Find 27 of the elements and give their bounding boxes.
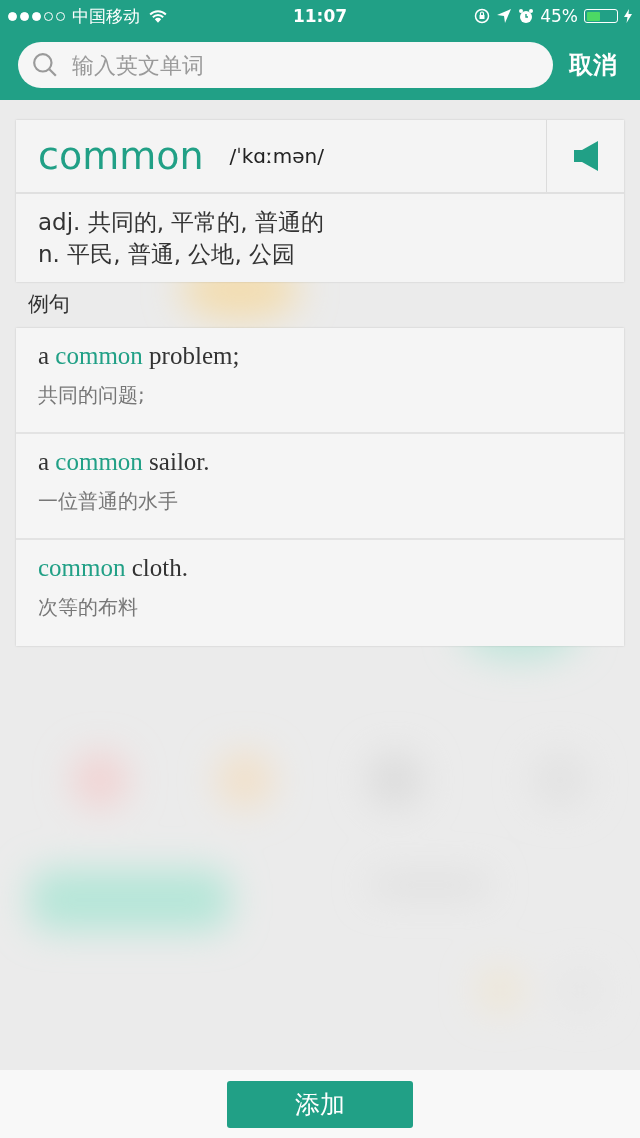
search-icon [32,52,58,78]
example-sentence: common cloth. [38,554,189,582]
phonetic: /ˈkɑːmən/ [229,144,324,168]
speaker-button[interactable] [546,120,624,192]
alarm-clock-icon [518,8,535,24]
example-item[interactable]: a common sailor. 一位普通的水手 [16,434,624,540]
wifi-icon [149,9,167,23]
section-heading: 例句 [27,291,71,318]
battery-icon [584,9,618,23]
location-arrow-icon [496,8,513,24]
speaker-icon [573,141,598,171]
clock-time: 11:07 [292,6,348,26]
definition-line: n. 平民, 普通, 公地, 公园 [38,240,297,269]
headword: common [38,134,204,178]
example-sentence: a common problem; [38,342,241,370]
definition-line: adj. 共同的, 平常的, 普通的 [38,208,325,237]
rotation-lock-icon [474,8,491,24]
example-item[interactable]: a common problem; 共同的问题; [16,328,624,434]
carrier-name: 中国移动 [72,4,140,28]
charging-bolt-icon [624,9,632,23]
battery-percent: 45% [540,6,578,26]
example-translation: 次等的布料 [38,594,139,621]
example-translation: 共同的问题; [38,382,146,409]
search-field[interactable]: 输入英文单词 [18,42,553,88]
example-translation: 一位普通的水手 [38,488,179,515]
example-item[interactable]: common cloth. 次等的布料 [16,540,624,646]
example-sentence: a common sailor. [38,448,211,476]
